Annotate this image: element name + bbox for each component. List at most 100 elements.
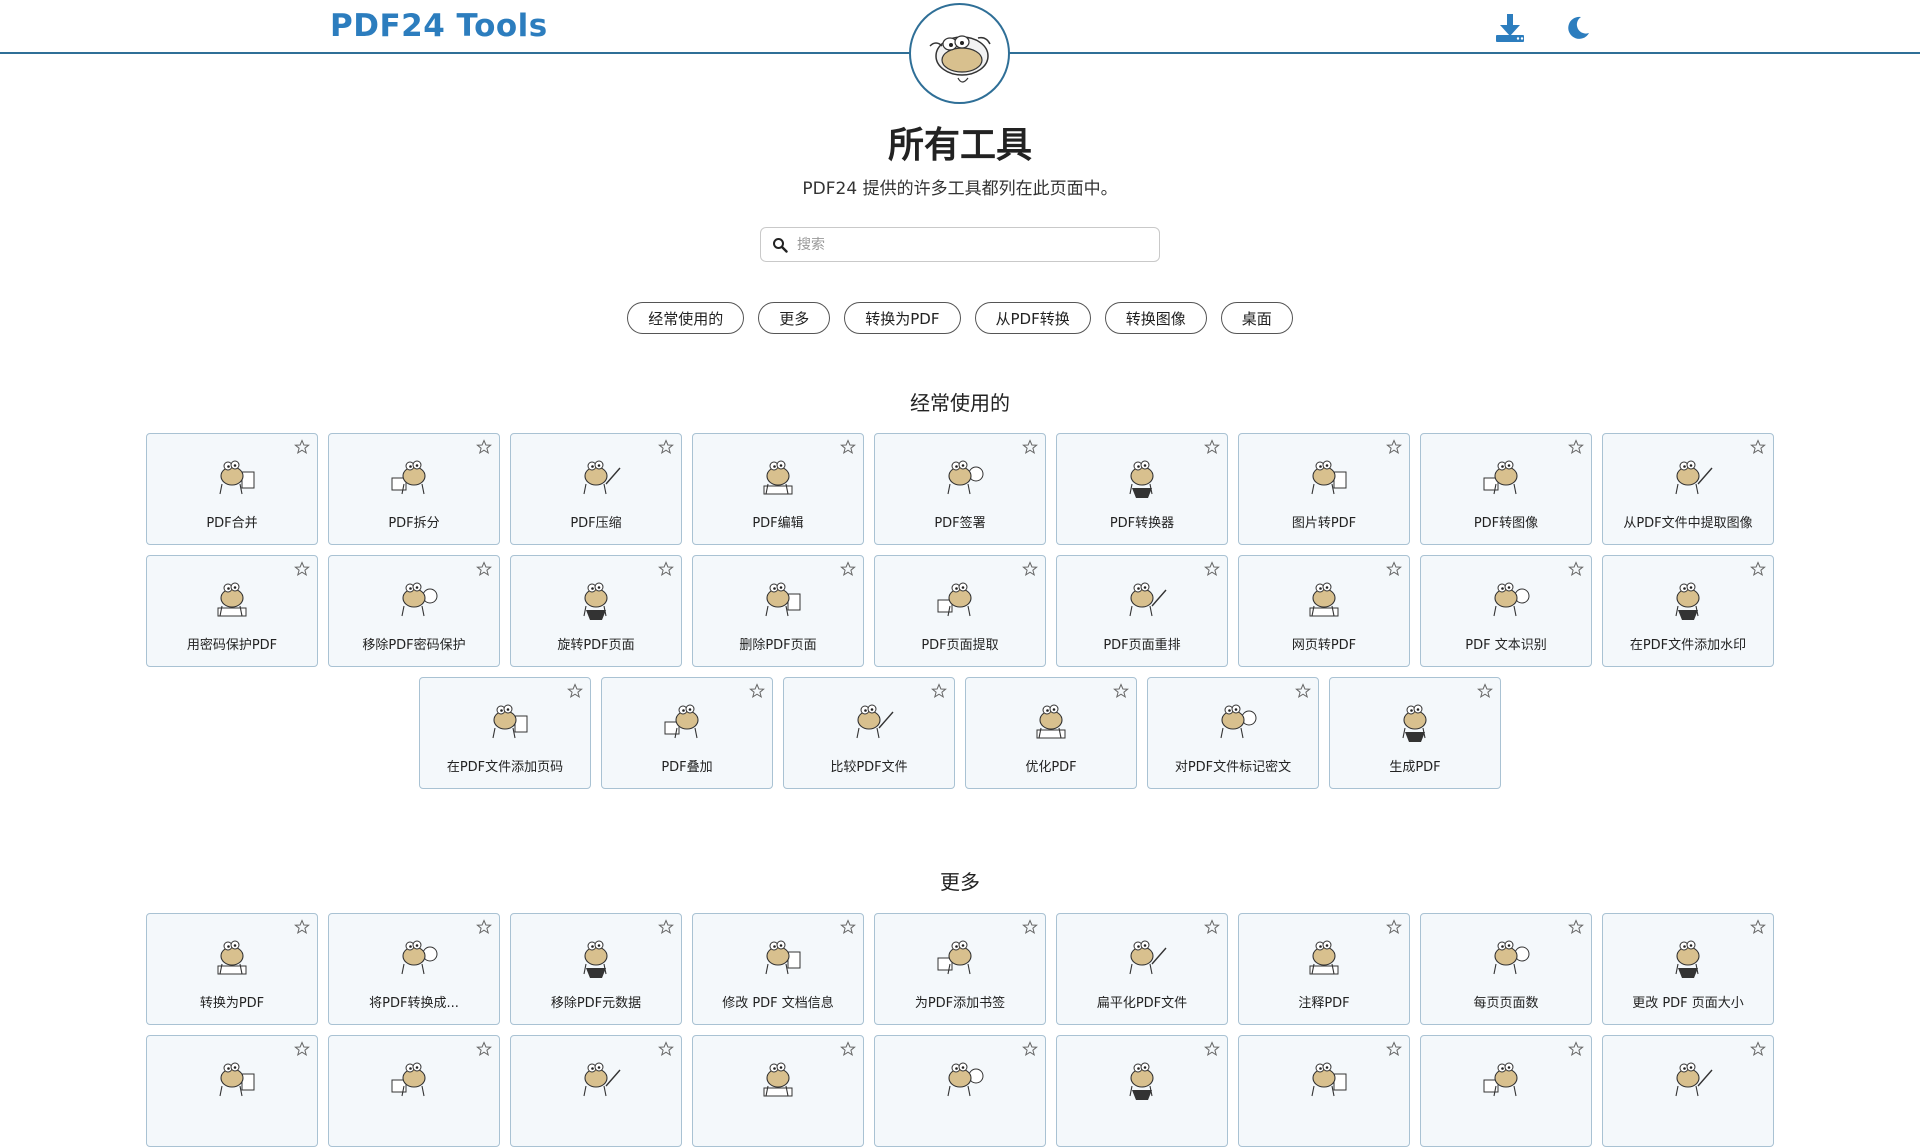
star-icon[interactable] bbox=[839, 560, 857, 578]
star-icon[interactable] bbox=[1749, 560, 1767, 578]
tool-label: PDF转图像 bbox=[1473, 516, 1539, 531]
star-icon[interactable] bbox=[1385, 560, 1403, 578]
tool-tile[interactable]: 比较PDF文件 bbox=[783, 677, 955, 789]
tool-tile[interactable]: PDF转换器 bbox=[1056, 433, 1228, 545]
tool-tile[interactable]: PDF 文本识别 bbox=[1420, 555, 1592, 667]
star-icon[interactable] bbox=[657, 1040, 675, 1058]
star-icon[interactable] bbox=[839, 918, 857, 936]
tool-illustration-icon bbox=[1658, 444, 1718, 500]
star-icon[interactable] bbox=[1385, 1040, 1403, 1058]
star-icon[interactable] bbox=[1567, 438, 1585, 456]
star-icon[interactable] bbox=[657, 560, 675, 578]
download-icon[interactable] bbox=[1490, 8, 1530, 48]
star-icon[interactable] bbox=[1021, 438, 1039, 456]
star-icon[interactable] bbox=[657, 918, 675, 936]
tool-tile[interactable]: 图片转PDF bbox=[1238, 433, 1410, 545]
tool-label: 修改 PDF 文档信息 bbox=[722, 996, 834, 1011]
star-icon[interactable] bbox=[1021, 1040, 1039, 1058]
tool-tile[interactable]: 将PDF转换成... bbox=[328, 913, 500, 1025]
tool-tile[interactable]: PDF叠加 bbox=[601, 677, 773, 789]
star-icon[interactable] bbox=[1203, 1040, 1221, 1058]
star-icon[interactable] bbox=[1112, 682, 1130, 700]
tool-illustration-icon bbox=[839, 688, 899, 744]
star-icon[interactable] bbox=[475, 438, 493, 456]
star-icon[interactable] bbox=[1749, 1040, 1767, 1058]
star-icon[interactable] bbox=[1203, 918, 1221, 936]
tool-tile[interactable] bbox=[1420, 1035, 1592, 1147]
tool-tile[interactable]: PDF签署 bbox=[874, 433, 1046, 545]
tool-tile[interactable]: PDF编辑 bbox=[692, 433, 864, 545]
tool-tile[interactable]: 修改 PDF 文档信息 bbox=[692, 913, 864, 1025]
tool-tile[interactable]: 更改 PDF 页面大小 bbox=[1602, 913, 1774, 1025]
star-icon[interactable] bbox=[1021, 560, 1039, 578]
brand-logo-text[interactable]: PDF24 Tools bbox=[330, 8, 548, 44]
star-icon[interactable] bbox=[1567, 918, 1585, 936]
tool-tile[interactable]: 对PDF文件标记密文 bbox=[1147, 677, 1319, 789]
tool-label: 图片转PDF bbox=[1291, 516, 1357, 531]
tool-tile[interactable]: PDF拆分 bbox=[328, 433, 500, 545]
tool-tile[interactable]: 在PDF文件添加水印 bbox=[1602, 555, 1774, 667]
tool-tile[interactable] bbox=[1238, 1035, 1410, 1147]
search-input[interactable] bbox=[795, 235, 1145, 254]
tab-frequently-used[interactable]: 经常使用的 bbox=[627, 302, 745, 334]
tool-tile[interactable]: 扁平化PDF文件 bbox=[1056, 913, 1228, 1025]
star-icon[interactable] bbox=[475, 918, 493, 936]
tool-tile[interactable]: 注释PDF bbox=[1238, 913, 1410, 1025]
star-icon[interactable] bbox=[748, 682, 766, 700]
tool-tile[interactable]: 删除PDF页面 bbox=[692, 555, 864, 667]
star-icon[interactable] bbox=[1385, 918, 1403, 936]
star-icon[interactable] bbox=[566, 682, 584, 700]
tool-tile[interactable]: PDF页面提取 bbox=[874, 555, 1046, 667]
tool-tile[interactable]: PDF转图像 bbox=[1420, 433, 1592, 545]
star-icon[interactable] bbox=[475, 1040, 493, 1058]
tool-tile[interactable]: 每页页面数 bbox=[1420, 913, 1592, 1025]
tool-tile[interactable]: 在PDF文件添加页码 bbox=[419, 677, 591, 789]
star-icon[interactable] bbox=[1476, 682, 1494, 700]
star-icon[interactable] bbox=[1567, 560, 1585, 578]
star-icon[interactable] bbox=[475, 560, 493, 578]
tool-tile[interactable]: 移除PDF密码保护 bbox=[328, 555, 500, 667]
tool-tile[interactable] bbox=[1056, 1035, 1228, 1147]
mascot-logo[interactable] bbox=[909, 3, 1010, 104]
star-icon[interactable] bbox=[1203, 560, 1221, 578]
tool-tile[interactable]: 旋转PDF页面 bbox=[510, 555, 682, 667]
tool-tile[interactable] bbox=[146, 1035, 318, 1147]
tool-tile[interactable]: 移除PDF元数据 bbox=[510, 913, 682, 1025]
moon-icon[interactable] bbox=[1558, 8, 1598, 48]
tab-more[interactable]: 更多 bbox=[758, 302, 831, 334]
tool-tile[interactable] bbox=[1602, 1035, 1774, 1147]
star-icon[interactable] bbox=[293, 560, 311, 578]
tab-convert-to-pdf[interactable]: 转换为PDF bbox=[844, 302, 961, 334]
tab-convert-from-pdf[interactable]: 从PDF转换 bbox=[974, 302, 1091, 334]
tab-convert-images[interactable]: 转换图像 bbox=[1104, 302, 1207, 334]
star-icon[interactable] bbox=[293, 438, 311, 456]
tool-tile[interactable] bbox=[874, 1035, 1046, 1147]
tool-tile[interactable] bbox=[328, 1035, 500, 1147]
star-icon[interactable] bbox=[657, 438, 675, 456]
tool-tile[interactable]: 优化PDF bbox=[965, 677, 1137, 789]
tool-tile[interactable]: 为PDF添加书签 bbox=[874, 913, 1046, 1025]
star-icon[interactable] bbox=[1385, 438, 1403, 456]
tool-tile[interactable] bbox=[510, 1035, 682, 1147]
star-icon[interactable] bbox=[839, 438, 857, 456]
tool-tile[interactable]: PDF压缩 bbox=[510, 433, 682, 545]
tool-tile[interactable]: PDF合并 bbox=[146, 433, 318, 545]
tool-tile[interactable] bbox=[692, 1035, 864, 1147]
star-icon[interactable] bbox=[930, 682, 948, 700]
star-icon[interactable] bbox=[293, 918, 311, 936]
tool-tile[interactable]: 从PDF文件中提取图像 bbox=[1602, 433, 1774, 545]
tool-tile[interactable]: 网页转PDF bbox=[1238, 555, 1410, 667]
tab-desktop[interactable]: 桌面 bbox=[1220, 302, 1293, 334]
star-icon[interactable] bbox=[1021, 918, 1039, 936]
star-icon[interactable] bbox=[1749, 918, 1767, 936]
tool-tile[interactable]: 生成PDF bbox=[1329, 677, 1501, 789]
star-icon[interactable] bbox=[1567, 1040, 1585, 1058]
tool-tile[interactable]: 转换为PDF bbox=[146, 913, 318, 1025]
star-icon[interactable] bbox=[1203, 438, 1221, 456]
tool-tile[interactable]: PDF页面重排 bbox=[1056, 555, 1228, 667]
star-icon[interactable] bbox=[293, 1040, 311, 1058]
star-icon[interactable] bbox=[839, 1040, 857, 1058]
star-icon[interactable] bbox=[1294, 682, 1312, 700]
star-icon[interactable] bbox=[1749, 438, 1767, 456]
tool-tile[interactable]: 用密码保护PDF bbox=[146, 555, 318, 667]
